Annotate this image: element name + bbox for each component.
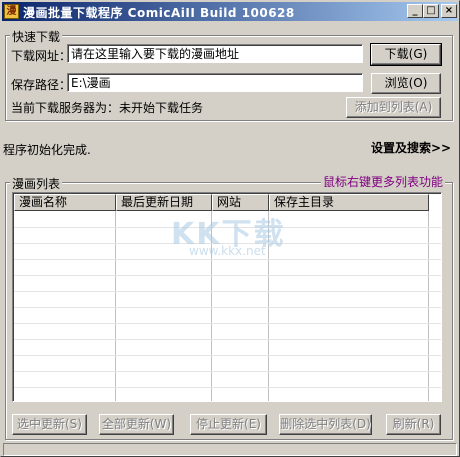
list-row-line bbox=[14, 355, 441, 356]
refresh-button[interactable]: 刷新(R) bbox=[386, 414, 441, 435]
quick-download-title: 快速下载 bbox=[10, 28, 63, 45]
stop-update-button[interactable]: 停止更新(E) bbox=[190, 414, 267, 435]
settings-search-link[interactable]: 设置及搜索>> bbox=[371, 139, 451, 156]
download-button[interactable]: 下载(G) bbox=[370, 43, 442, 66]
status-bar bbox=[3, 443, 457, 456]
close-button[interactable]: × bbox=[441, 4, 457, 18]
update-all-button[interactable]: 全部更新(W) bbox=[99, 414, 174, 435]
path-label: 保存路径： bbox=[11, 78, 72, 92]
url-label: 下载网址： bbox=[11, 49, 72, 63]
minimize-button[interactable]: _ bbox=[407, 4, 423, 18]
column-header-folder[interactable]: 保存主目录 bbox=[269, 194, 429, 211]
status-message: 程序初始化完成. bbox=[3, 143, 91, 157]
comic-list-title: 漫画列表 bbox=[10, 175, 63, 192]
list-row-line bbox=[14, 307, 441, 308]
list-row-line bbox=[14, 387, 441, 388]
list-row-line bbox=[14, 291, 441, 292]
update-selected-button[interactable]: 选中更新(S) bbox=[12, 414, 87, 435]
list-row-line bbox=[14, 259, 441, 260]
app-icon: 漫 bbox=[4, 4, 19, 19]
list-row-line bbox=[14, 339, 441, 340]
list-hint: 鼠标右键更多列表功能 bbox=[321, 173, 446, 190]
url-input[interactable] bbox=[67, 44, 363, 63]
list-row-line bbox=[14, 323, 441, 324]
list-row-line bbox=[14, 371, 441, 372]
save-path-input[interactable] bbox=[67, 73, 363, 92]
list-row-line bbox=[14, 275, 441, 276]
delete-selected-button[interactable]: 删除选中列表(D) bbox=[279, 414, 372, 435]
title-bar[interactable]: 漫 漫画批量下载程序 ComicAiII Build 100628 _ □ × bbox=[2, 2, 458, 21]
watermark-url: www.kkx.net bbox=[189, 244, 266, 258]
window-title: 漫画批量下载程序 ComicAiII Build 100628 bbox=[23, 6, 295, 20]
maximize-button[interactable]: □ bbox=[423, 4, 439, 18]
browse-button[interactable]: 浏览(O) bbox=[371, 73, 441, 94]
server-status: 当前下载服务器为：未开始下载任务 bbox=[11, 101, 204, 115]
main-window: 漫 漫画批量下载程序 ComicAiII Build 100628 _ □ × … bbox=[0, 0, 460, 457]
column-header-name[interactable]: 漫画名称 bbox=[14, 194, 116, 211]
add-to-list-button[interactable]: 添加到列表(A) bbox=[346, 97, 441, 118]
